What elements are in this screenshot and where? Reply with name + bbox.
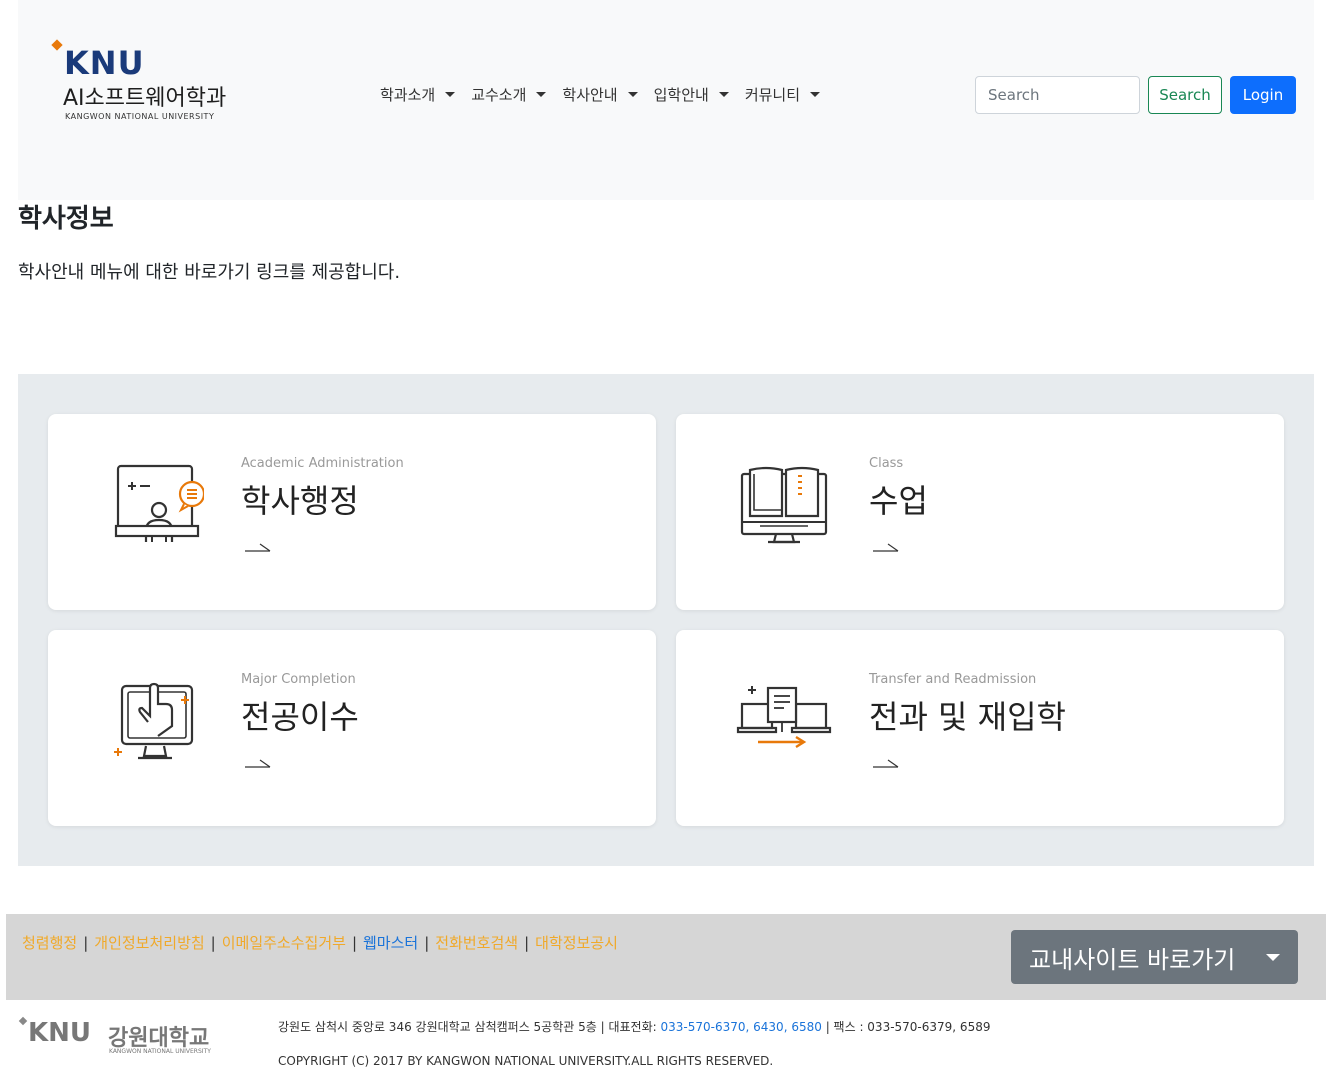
search-button[interactable]: Search — [1148, 76, 1222, 114]
footer-address: 강원도 삼척시 중앙로 346 강원대학교 삼척캠퍼스 5공학관 5층 | 대표… — [278, 1018, 990, 1035]
logo-univ-name: KANGWON NATIONAL UNIVERSITY — [65, 112, 215, 121]
arrow-right-icon — [245, 543, 271, 552]
page-title: 학사정보 — [18, 204, 114, 234]
footer-logo: KNU 강원대학교 KANGWON NATIONAL UNIVERSITY — [18, 1014, 228, 1060]
divider: | — [524, 933, 530, 952]
card-major-completion[interactable]: Major Completion 전공이수 — [48, 630, 656, 826]
logo-knu: KNU — [64, 44, 145, 82]
main-nav: 학과소개 교수소개 학사안내 입학안내 커뮤니티 — [380, 84, 836, 105]
footer-link-integrity[interactable]: 청렴행정 — [22, 932, 77, 953]
search-input[interactable] — [975, 76, 1140, 114]
footer-links: 청렴행정 | 개인정보처리방침 | 이메일주소수집거부 | 웹마스터 | 전화번… — [22, 932, 618, 953]
phone-numbers: 033-570-6370, 6430, 6580 — [660, 1020, 822, 1034]
chevron-down-icon — [718, 92, 729, 97]
card-subtitle: Major Completion — [241, 672, 356, 687]
nav-item-faculty[interactable]: 교수소개 — [471, 84, 554, 105]
arrow-right-icon — [245, 759, 271, 768]
copyright: COPYRIGHT (C) 2017 BY KANGWON NATIONAL U… — [278, 1054, 774, 1068]
book-monitor-icon — [740, 466, 828, 544]
footer-link-webmaster[interactable]: 웹마스터 — [363, 932, 418, 953]
footer-link-phone-search[interactable]: 전화번호검색 — [435, 932, 518, 953]
nav-label: 학사안내 — [562, 86, 618, 104]
nav-label: 커뮤니티 — [744, 86, 801, 104]
nav-label: 교수소개 — [471, 86, 527, 104]
footer-link-privacy[interactable]: 개인정보처리방침 — [94, 932, 204, 953]
footer-logo-english: KANGWON NATIONAL UNIVERSITY — [109, 1048, 211, 1055]
chevron-down-icon — [810, 92, 821, 97]
arrow-right-icon — [873, 543, 899, 552]
divider: | — [83, 933, 89, 952]
nav-item-academics[interactable]: 학사안내 — [562, 84, 645, 105]
campus-sites-label: 교내사이트 바로가기 — [1029, 945, 1236, 974]
nav-item-dept-intro[interactable]: 학과소개 — [380, 84, 463, 105]
chevron-down-icon — [445, 92, 456, 97]
card-title: 전공이수 — [241, 698, 359, 736]
logo-dot — [18, 1016, 28, 1026]
login-button[interactable]: Login — [1230, 76, 1296, 114]
transfer-laptops-icon — [736, 686, 832, 749]
footer-logo-knu: KNU — [28, 1018, 92, 1048]
touch-screen-icon — [114, 682, 194, 760]
card-academic-administration[interactable]: Academic Administration 학사행정 — [48, 414, 656, 610]
card-title: 수업 — [869, 482, 928, 520]
card-subtitle: Transfer and Readmission — [869, 672, 1037, 687]
card-transfer-readmission[interactable]: Transfer and Readmission 전과 및 재입학 — [676, 630, 1284, 826]
presentation-icon — [114, 464, 204, 542]
nav-label: 입학안내 — [653, 86, 709, 104]
divider: | — [351, 933, 357, 952]
card-class[interactable]: Class 수업 — [676, 414, 1284, 610]
card-subtitle: Class — [869, 456, 904, 471]
nav-item-admission[interactable]: 입학안내 — [654, 84, 737, 105]
card-subtitle: Academic Administration — [241, 456, 404, 471]
address-text: 강원도 삼척시 중앙로 346 강원대학교 삼척캠퍼스 5공학관 5층 | 대표… — [278, 1020, 657, 1034]
footer-link-disclosure[interactable]: 대학정보공시 — [535, 932, 618, 953]
logo-dot — [51, 39, 63, 51]
footer-bar: 청렴행정 | 개인정보처리방침 | 이메일주소수집거부 | 웹마스터 | 전화번… — [6, 914, 1326, 1000]
page-description: 학사안내 메뉴에 대한 바로가기 링크를 제공합니다. — [18, 262, 401, 283]
card-title: 학사행정 — [241, 482, 359, 520]
chevron-down-icon — [627, 92, 638, 97]
quick-link-area: Academic Administration 학사행정 Class 수업 Ma… — [18, 374, 1314, 866]
nav-label: 학과소개 — [380, 86, 436, 104]
footer-link-email-refusal[interactable]: 이메일주소수집거부 — [222, 932, 346, 953]
chevron-down-icon — [536, 92, 547, 97]
nav-item-community[interactable]: 커뮤니티 — [745, 84, 828, 105]
chevron-down-icon — [1266, 954, 1280, 961]
divider: | — [424, 933, 430, 952]
card-title: 전과 및 재입학 — [869, 698, 1066, 736]
fax-number: | 팩스 : 033-570-6379, 6589 — [825, 1020, 991, 1034]
site-logo[interactable]: KNU AI소프트웨어학과 KANGWON NATIONAL UNIVERSIT… — [50, 38, 260, 128]
campus-sites-dropdown[interactable]: 교내사이트 바로가기 — [1011, 930, 1298, 984]
divider: | — [210, 933, 216, 952]
arrow-right-icon — [873, 759, 899, 768]
logo-dept-name: AI소프트웨어학과 — [63, 86, 227, 111]
